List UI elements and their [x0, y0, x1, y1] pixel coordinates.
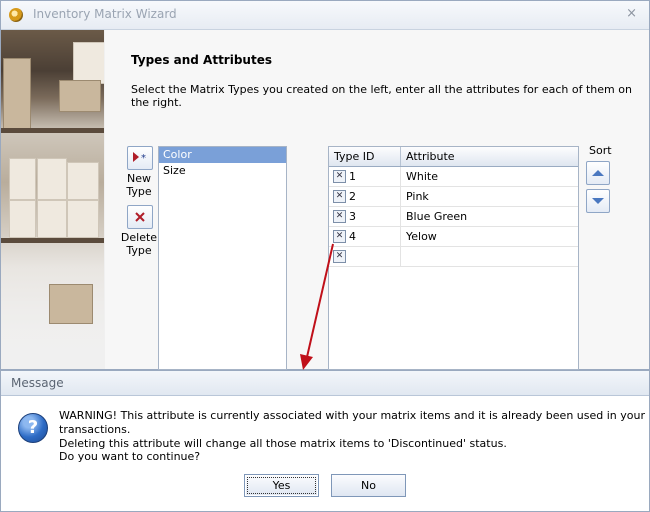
message-title-bar: Message: [1, 371, 649, 396]
table-row[interactable]: ✕ 3 Blue Green: [329, 207, 578, 227]
sort-label: Sort: [589, 144, 612, 157]
no-button[interactable]: No: [331, 474, 406, 497]
sort-up-icon: [592, 170, 604, 176]
table-row[interactable]: ✕ 1 White: [329, 167, 578, 187]
matrix-types-list[interactable]: Color Size: [158, 146, 287, 370]
attribute-cell[interactable]: Pink: [401, 187, 429, 206]
message-line-1: WARNING! This attribute is currently ass…: [59, 409, 645, 436]
attribute-cell[interactable]: Yelow: [401, 227, 437, 246]
window-title: Inventory Matrix Wizard: [33, 7, 177, 21]
new-type-icon: *: [133, 152, 146, 164]
list-item[interactable]: Size: [159, 163, 286, 179]
new-type-label[interactable]: New Type: [114, 172, 164, 198]
title-bar: Inventory Matrix Wizard ×: [1, 1, 649, 30]
sort-down-button[interactable]: [586, 189, 610, 213]
column-header-attribute[interactable]: Attribute: [401, 147, 566, 166]
list-item[interactable]: Color: [159, 147, 286, 163]
yes-button[interactable]: Yes: [244, 474, 319, 497]
message-line-2: Deleting this attribute will change all …: [59, 437, 507, 450]
delete-type-label-line1[interactable]: Delete: [114, 231, 164, 244]
delete-type-icon: [135, 212, 145, 222]
grid-header: Type ID Attribute: [329, 147, 578, 167]
attribute-cell-empty[interactable]: [401, 247, 406, 266]
delete-row-icon[interactable]: ✕: [333, 230, 346, 243]
message-text: WARNING! This attribute is currently ass…: [59, 409, 649, 451]
delete-row-icon[interactable]: ✕: [333, 250, 346, 263]
type-id-cell[interactable]: 1: [349, 170, 356, 183]
delete-type-button[interactable]: [127, 205, 153, 229]
close-icon[interactable]: ×: [626, 6, 637, 21]
message-title: Message: [11, 376, 64, 390]
sort-up-button[interactable]: [586, 161, 610, 185]
type-id-cell[interactable]: 2: [349, 190, 356, 203]
delete-row-icon[interactable]: ✕: [333, 170, 346, 183]
attribute-cell[interactable]: Blue Green: [401, 207, 467, 226]
delete-type-label[interactable]: Delete Type: [114, 231, 164, 257]
app-icon: [9, 8, 23, 22]
section-description: Select the Matrix Types you created on t…: [131, 83, 632, 109]
type-id-cell[interactable]: 4: [349, 230, 356, 243]
new-row[interactable]: ✕: [329, 247, 578, 267]
column-header-type-id[interactable]: Type ID: [329, 147, 401, 166]
new-type-label-line2[interactable]: Type: [114, 185, 164, 198]
delete-row-icon[interactable]: ✕: [333, 190, 346, 203]
question-icon: ?: [18, 413, 48, 443]
attribute-cell[interactable]: White: [401, 167, 438, 186]
delete-row-icon[interactable]: ✕: [333, 210, 346, 223]
table-row[interactable]: ✕ 2 Pink: [329, 187, 578, 207]
attributes-grid[interactable]: Type ID Attribute ✕ 1 White ✕ 2 Pink ✕ 3 Bl…: [328, 146, 579, 370]
delete-type-label-line2[interactable]: Type: [114, 244, 164, 257]
new-type-label-line1[interactable]: New: [114, 172, 164, 185]
sort-down-icon: [592, 198, 604, 204]
message-dialog: Message ? WARNING! This attribute is cur…: [0, 370, 650, 512]
section-title: Types and Attributes: [131, 53, 272, 67]
warehouse-image: [1, 30, 104, 369]
table-row[interactable]: ✕ 4 Yelow: [329, 227, 578, 247]
type-id-cell[interactable]: 3: [349, 210, 356, 223]
message-question: Do you want to continue?: [59, 450, 201, 463]
svg-text:*: *: [141, 153, 146, 164]
new-type-button[interactable]: *: [127, 146, 153, 170]
